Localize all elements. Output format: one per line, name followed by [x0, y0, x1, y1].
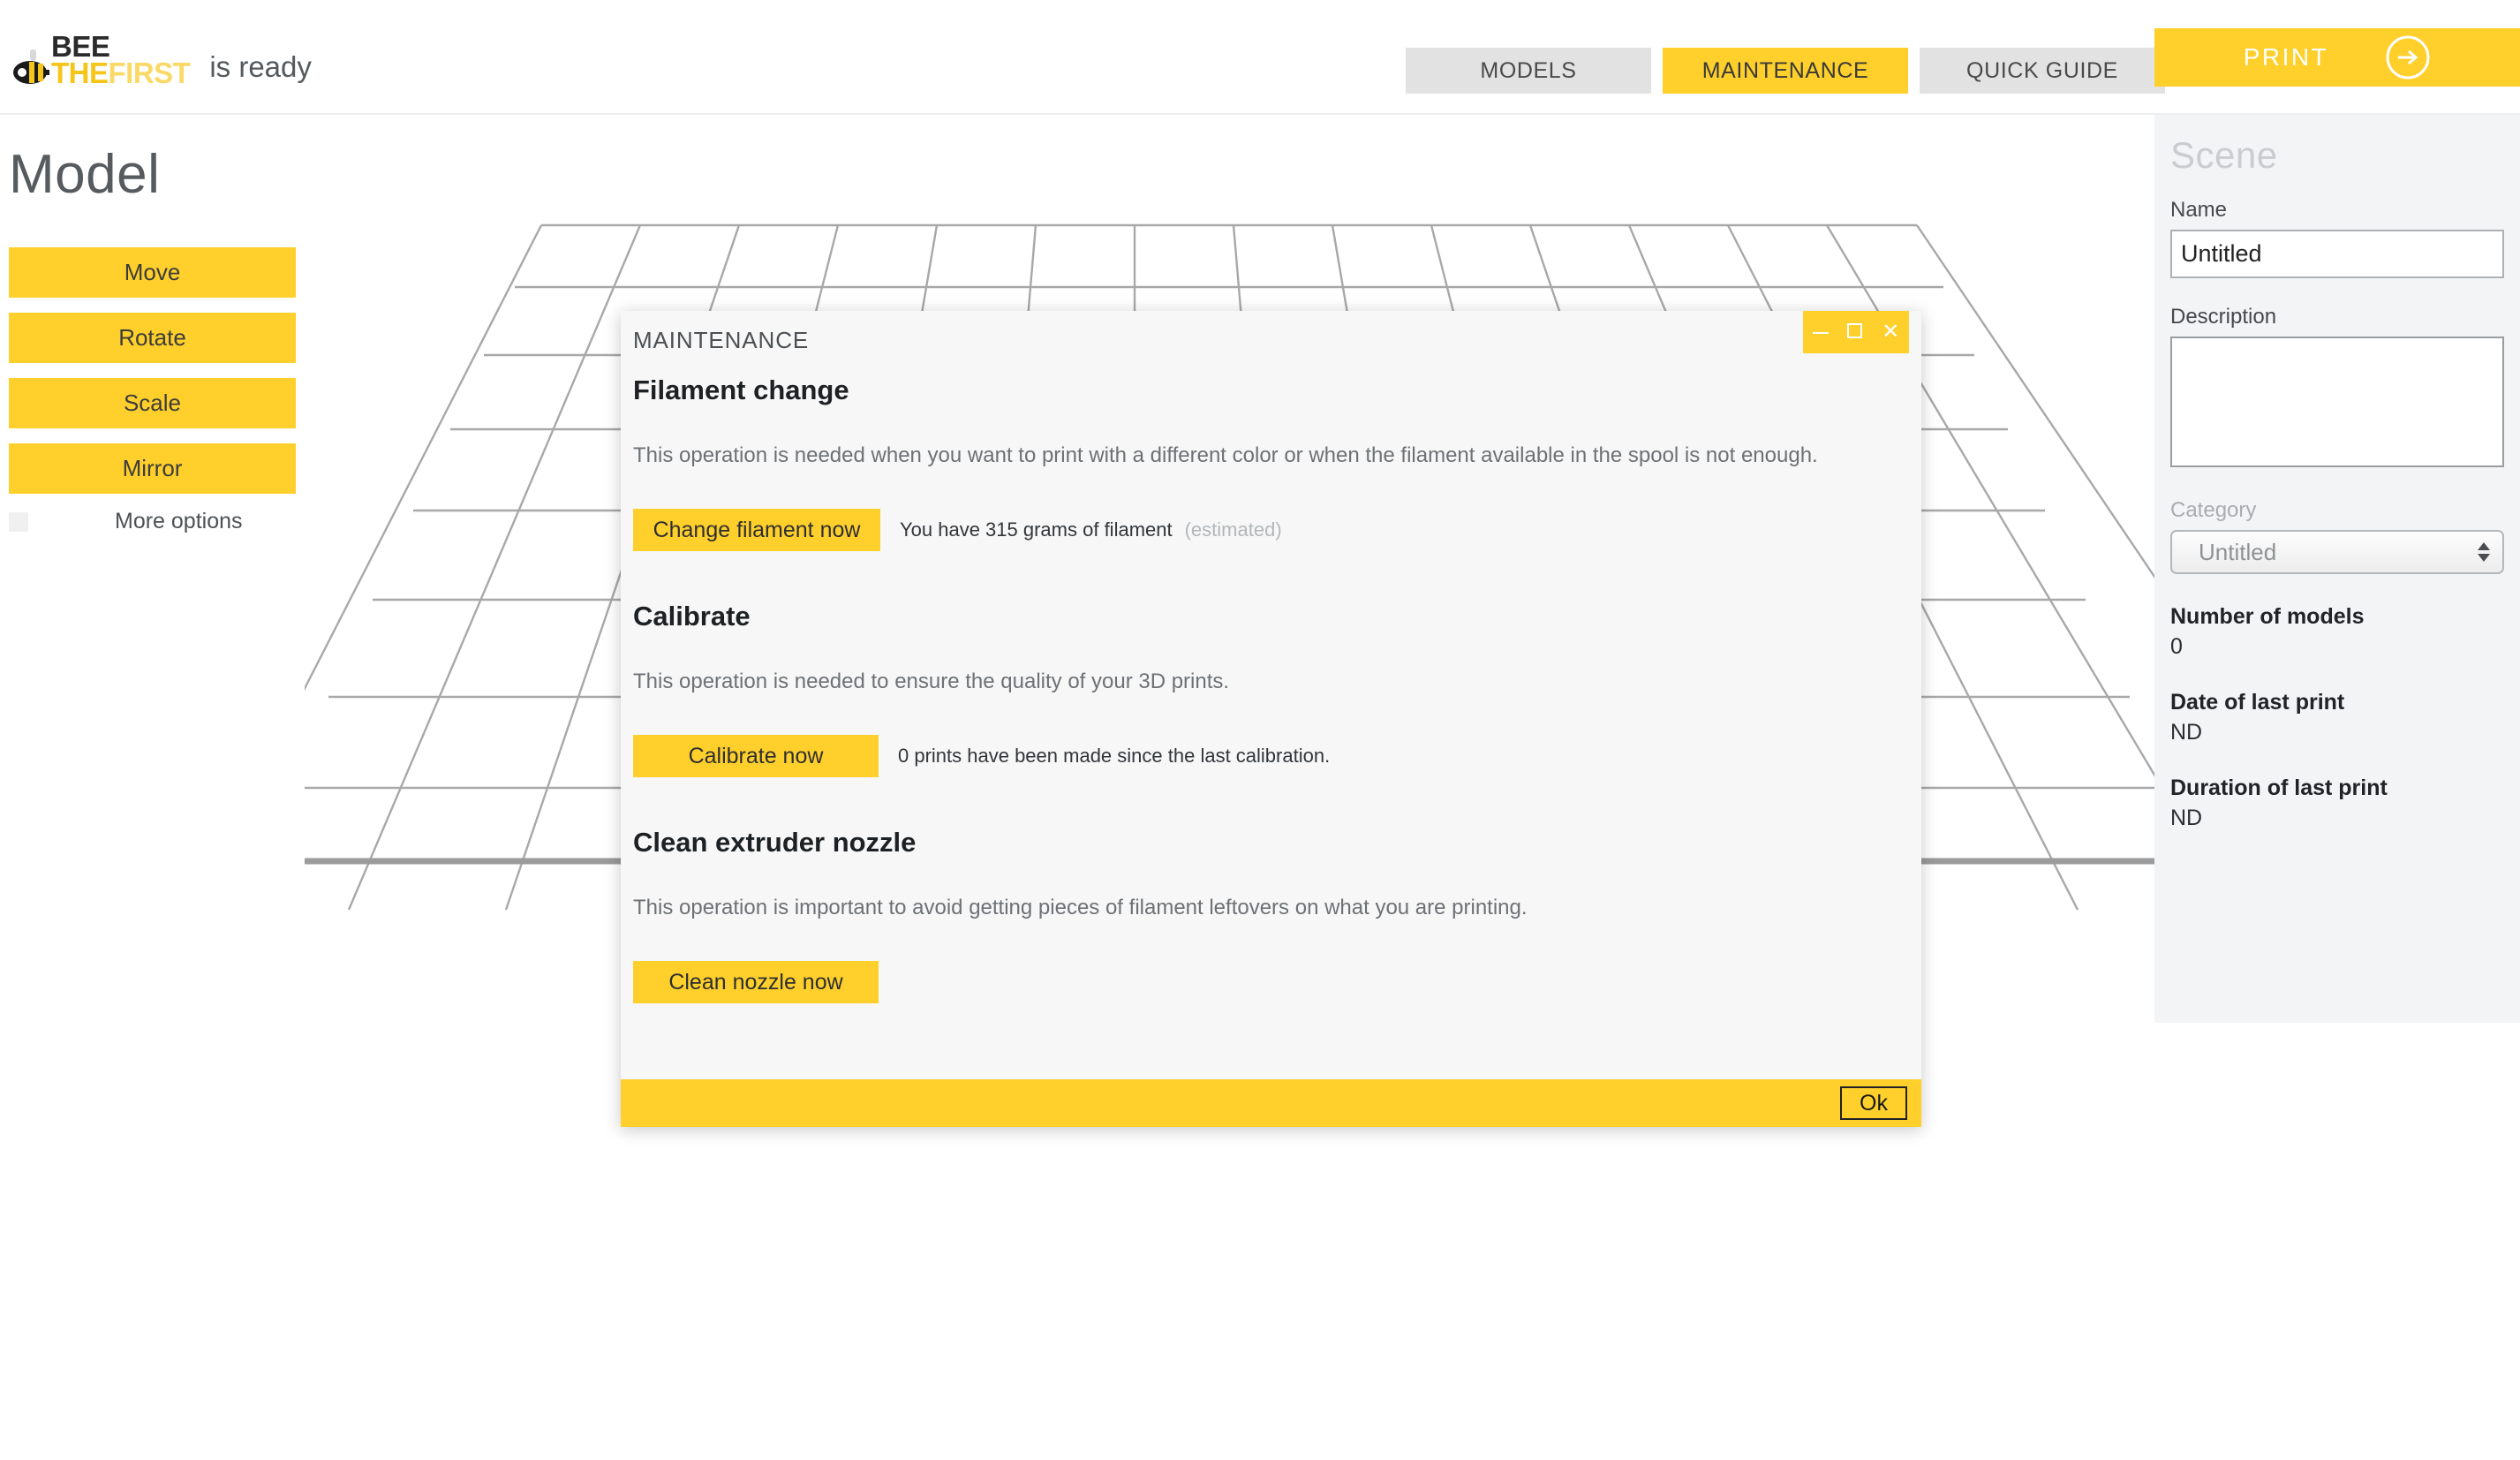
rotate-button[interactable]: Rotate — [9, 313, 296, 363]
stepper-arrows-icon — [2478, 542, 2490, 562]
more-options-label: More options — [115, 509, 243, 533]
print-button[interactable]: PRINT — [2154, 28, 2520, 87]
scene-category-select[interactable]: Untitled — [2170, 530, 2504, 574]
scene-title: Scene — [2170, 134, 2278, 176]
minimize-icon[interactable] — [1812, 322, 1829, 343]
stat-number-of-models: Number of models 0 — [2170, 604, 2504, 660]
tab-quick-guide[interactable]: QUICK GUIDE — [1920, 48, 2165, 94]
section-action-calibrate: Calibrate now 0 prints have been made si… — [633, 735, 1909, 777]
stat-title: Date of last print — [2170, 690, 2345, 715]
scene-category-value: Untitled — [2199, 538, 2277, 565]
ok-button[interactable]: Ok — [1840, 1086, 1907, 1120]
main-nav: MODELS MAINTENANCE QUICK GUIDE — [1406, 48, 2165, 94]
section-heading-clean-nozzle: Clean extruder nozzle — [633, 827, 917, 858]
stat-value: 0 — [2170, 634, 2183, 659]
logo-the: THE — [51, 57, 109, 90]
section-description-clean-nozzle: This operation is important to avoid get… — [633, 896, 1528, 919]
dialog-title: MAINTENANCE — [633, 327, 810, 353]
left-sidebar: Model Move Rotate Scale Mirror More opti… — [0, 115, 305, 534]
dialog-footer: Ok — [621, 1079, 1921, 1127]
logo-wordmark: BEE THEFIRST — [51, 32, 191, 90]
stat-title: Number of models — [2170, 604, 2365, 629]
more-options-toggle[interactable]: More options — [9, 509, 305, 534]
stat-title: Duration of last print — [2170, 775, 2388, 800]
scene-sidebar: Scene Name Description Category Untitled… — [2154, 115, 2520, 1023]
section-action-filament-change: Change filament now You have 315 grams o… — [633, 509, 1909, 551]
filament-amount-estimated-note: (estimated) — [1184, 518, 1282, 541]
dialog-titlebar[interactable]: MAINTENANCE ✕ — [621, 311, 1921, 364]
app-root: BEE THEFIRST is ready MODELS MAINTENANCE… — [0, 0, 2520, 1460]
section-heading-filament-change: Filament change — [633, 374, 849, 405]
calibration-prints-note: 0 prints have been made since the last c… — [898, 745, 1331, 767]
print-button-label: PRINT — [2243, 43, 2329, 71]
stat-value: ND — [2170, 806, 2203, 830]
maintenance-dialog: MAINTENANCE ✕ Filament change This opera… — [621, 311, 1921, 1127]
scene-description-textarea[interactable] — [2170, 337, 2504, 467]
bee-icon — [12, 49, 49, 87]
close-icon[interactable]: ✕ — [1882, 322, 1899, 343]
stat-value: ND — [2170, 720, 2203, 745]
model-tools: Move Rotate Scale Mirror — [0, 247, 305, 494]
page-title: Model — [9, 144, 161, 205]
section-heading-calibrate: Calibrate — [633, 601, 751, 632]
calibrate-now-button[interactable]: Calibrate now — [633, 735, 879, 777]
clean-nozzle-now-button[interactable]: Clean nozzle now — [633, 961, 879, 1003]
move-button[interactable]: Move — [9, 247, 296, 298]
more-options-checkbox-icon[interactable] — [9, 511, 28, 532]
section-action-clean-nozzle: Clean nozzle now — [633, 961, 1909, 1003]
arrow-right-circle-icon — [2385, 34, 2431, 80]
printer-status-text: is ready — [209, 49, 312, 83]
scene-description-label: Description — [2170, 305, 2277, 329]
scale-button[interactable]: Scale — [9, 378, 296, 428]
window-controls: ✕ — [1803, 311, 1909, 353]
stat-date-of-last-print: Date of last print ND — [2170, 690, 2504, 745]
scene-name-label: Name — [2170, 198, 2228, 222]
logo-first: FIRST — [108, 57, 191, 90]
change-filament-now-button[interactable]: Change filament now — [633, 509, 880, 551]
tab-maintenance[interactable]: MAINTENANCE — [1663, 48, 1908, 94]
section-description-calibrate: This operation is needed to ensure the q… — [633, 669, 1230, 693]
tab-models[interactable]: MODELS — [1406, 48, 1651, 94]
maximize-icon[interactable] — [1847, 322, 1863, 343]
app-header: BEE THEFIRST is ready MODELS MAINTENANCE… — [0, 0, 2520, 115]
dialog-body: Filament change This operation is needed… — [621, 374, 1921, 1003]
logo-line-thefirst: THEFIRST — [51, 57, 191, 90]
stat-duration-of-last-print: Duration of last print ND — [2170, 775, 2504, 831]
scene-name-input[interactable] — [2170, 230, 2504, 278]
filament-amount-note: You have 315 grams of filament — [900, 518, 1173, 541]
scene-category-label: Category — [2170, 498, 2257, 522]
section-description-filament-change: This operation is needed when you want t… — [633, 443, 1818, 467]
mirror-button[interactable]: Mirror — [9, 443, 296, 494]
brand-logo: BEE THEFIRST is ready — [12, 32, 312, 90]
